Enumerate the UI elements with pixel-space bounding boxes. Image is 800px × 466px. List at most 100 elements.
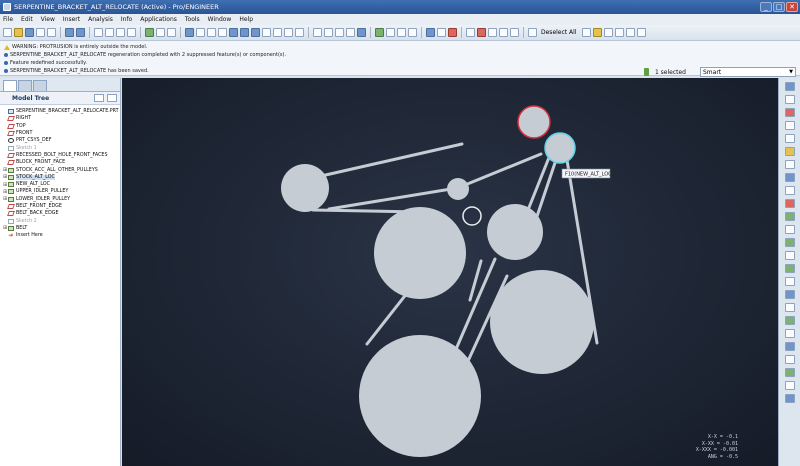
paste-special-icon[interactable] — [127, 28, 136, 37]
model-info-icon[interactable] — [510, 28, 519, 37]
tree-item[interactable]: Sketch 2 — [3, 217, 120, 224]
tree-item[interactable]: SERPENTINE_BRACKET_ALT_RELOCATE.PRT — [3, 108, 120, 115]
menu-tools[interactable]: Tools — [185, 16, 200, 23]
tree-item[interactable]: ⊞ UPPER_IDLER_PULLEY — [3, 188, 120, 195]
open-folder-icon[interactable] — [14, 28, 23, 37]
model-canvas[interactable]: F10(NEW_ALT_LOC) — [122, 78, 778, 466]
zoom-out-icon[interactable] — [240, 28, 249, 37]
menu-view[interactable]: View — [41, 16, 55, 23]
draft-icon[interactable] — [784, 277, 795, 286]
shell-icon[interactable] — [784, 251, 795, 260]
menu-edit[interactable]: Edit — [21, 16, 33, 23]
datum-planes-icon[interactable] — [375, 28, 384, 37]
merge-icon[interactable] — [784, 342, 795, 351]
activate-window-icon[interactable] — [437, 28, 446, 37]
blend-icon[interactable] — [784, 225, 795, 234]
thicken-icon[interactable] — [784, 381, 795, 390]
no-hidden-icon[interactable] — [335, 28, 344, 37]
pattern-icon[interactable] — [784, 316, 795, 325]
tree-item[interactable]: ➔ Insert Here — [3, 232, 120, 239]
pencil-icon[interactable] — [488, 28, 497, 37]
datum-plane-tool-icon[interactable] — [784, 82, 795, 91]
csys-tool-icon[interactable] — [784, 147, 795, 156]
menu-info[interactable]: Info — [121, 16, 132, 23]
tree-item[interactable]: TOP — [3, 123, 120, 130]
hidden-line-icon[interactable] — [324, 28, 333, 37]
close-window-icon[interactable] — [448, 28, 457, 37]
redo-icon[interactable] — [76, 28, 85, 37]
maximize-button[interactable]: □ — [773, 2, 785, 12]
tree-item[interactable]: BELT_FRONT_EDGE — [3, 203, 120, 210]
tree-item[interactable]: BLOCK_FRONT_FACE — [3, 159, 120, 166]
new-file-icon[interactable] — [3, 28, 12, 37]
color-palette-icon[interactable] — [593, 28, 603, 37]
paste-icon[interactable] — [116, 28, 125, 37]
email-icon[interactable] — [47, 28, 56, 37]
close-button[interactable]: ✕ — [786, 2, 798, 12]
appearance-icon[interactable] — [604, 28, 614, 37]
tab-model-tree[interactable] — [3, 80, 17, 91]
minimize-button[interactable]: _ — [760, 2, 772, 12]
selection-box-icon[interactable] — [167, 28, 176, 37]
menu-file[interactable]: File — [3, 16, 13, 23]
datum-point-tool-icon[interactable] — [784, 134, 795, 143]
analysis-tool-icon[interactable] — [784, 160, 795, 169]
rib-icon[interactable] — [784, 264, 795, 273]
tree-item[interactable]: FRONT — [3, 130, 120, 137]
brush-icon[interactable] — [582, 28, 592, 37]
layers-icon[interactable] — [284, 28, 293, 37]
undo-icon[interactable] — [65, 28, 74, 37]
tree-item[interactable]: RECESSED_BOLT_HOLE_FRONT_FACES — [3, 152, 120, 159]
deselect-all-button[interactable]: Deselect All — [541, 29, 576, 36]
sweep-icon[interactable] — [784, 212, 795, 221]
sketch-tool-icon[interactable] — [784, 173, 795, 182]
render-icon[interactable] — [615, 28, 625, 37]
cut-icon[interactable] — [94, 28, 103, 37]
regenerate-icon[interactable] — [145, 28, 154, 37]
measure-icon[interactable] — [499, 28, 508, 37]
graphics-window[interactable]: F10(NEW_ALT_LOC) X-X = -0.1 X-XX = -0.01… — [122, 78, 778, 466]
menu-help[interactable]: Help — [239, 16, 253, 23]
tree-item[interactable]: ⊞ NEW_ALT_LOC — [3, 181, 120, 188]
mirror-icon[interactable] — [784, 329, 795, 338]
print-icon[interactable] — [36, 28, 45, 37]
round-icon[interactable] — [784, 290, 795, 299]
tab-favorites[interactable] — [33, 80, 47, 91]
tree-item[interactable]: BELT_BACK_EDGE — [3, 210, 120, 217]
window-icon[interactable] — [426, 28, 435, 37]
select-icon[interactable] — [528, 28, 537, 37]
revolve-icon[interactable] — [784, 199, 795, 208]
selection-filter-dropdown[interactable]: Smart ▼ — [700, 67, 796, 77]
enhanced-realism-icon[interactable] — [357, 28, 366, 37]
datum-axes-icon[interactable] — [386, 28, 395, 37]
chamfer-icon[interactable] — [784, 303, 795, 312]
solidify-icon[interactable] — [784, 394, 795, 403]
csys-icon[interactable] — [408, 28, 417, 37]
tab-folder-browser[interactable] — [18, 80, 32, 91]
spin-center-icon[interactable] — [207, 28, 216, 37]
trim-icon[interactable] — [784, 355, 795, 364]
menu-window[interactable]: Window — [208, 16, 232, 23]
menu-insert[interactable]: Insert — [63, 16, 80, 23]
reorient-icon[interactable] — [262, 28, 271, 37]
saved-views-icon[interactable] — [273, 28, 282, 37]
menu-analysis[interactable]: Analysis — [88, 16, 113, 23]
sketch-tool-icon[interactable] — [477, 28, 486, 37]
offset-icon[interactable] — [784, 368, 795, 377]
datum-axis-tool-icon[interactable] — [784, 95, 795, 104]
save-icon[interactable] — [25, 28, 34, 37]
shaded-icon[interactable] — [346, 28, 355, 37]
copy-icon[interactable] — [105, 28, 114, 37]
shading-icon[interactable] — [218, 28, 227, 37]
repaint-icon[interactable] — [185, 28, 194, 37]
tree-item[interactable]: RIGHT — [3, 115, 120, 122]
datum-points-icon[interactable] — [397, 28, 406, 37]
tree-item[interactable]: ⊞ STOCK_ACC_ALL_OTHER_PULLEYS — [3, 166, 120, 173]
sketch-curve-icon[interactable] — [784, 121, 795, 130]
tree-show-icon[interactable] — [107, 94, 117, 102]
tree-item[interactable]: PRT_CSYS_DEF — [3, 137, 120, 144]
zoom-in-icon[interactable] — [229, 28, 238, 37]
tree-item[interactable]: ⊞ STOCK_ALT_LOC — [3, 174, 120, 181]
menu-applications[interactable]: Applications — [140, 16, 177, 23]
extrude-icon[interactable] — [784, 186, 795, 195]
